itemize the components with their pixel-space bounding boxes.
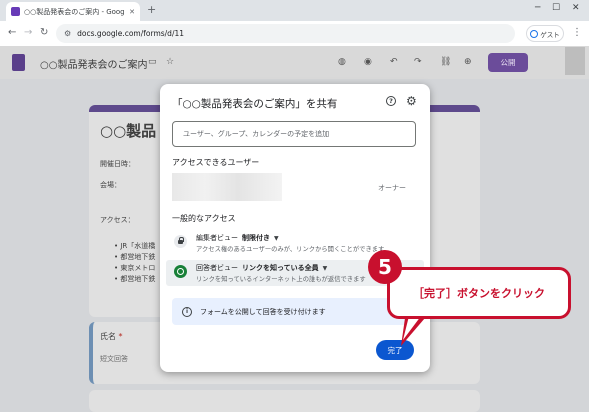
callout-text: ［完了］ボタンをクリック (413, 287, 545, 300)
callout-arrow (401, 316, 425, 346)
instruction-callout: ［完了］ボタンをクリック (387, 267, 571, 319)
step-number-badge: 5 (368, 250, 402, 284)
